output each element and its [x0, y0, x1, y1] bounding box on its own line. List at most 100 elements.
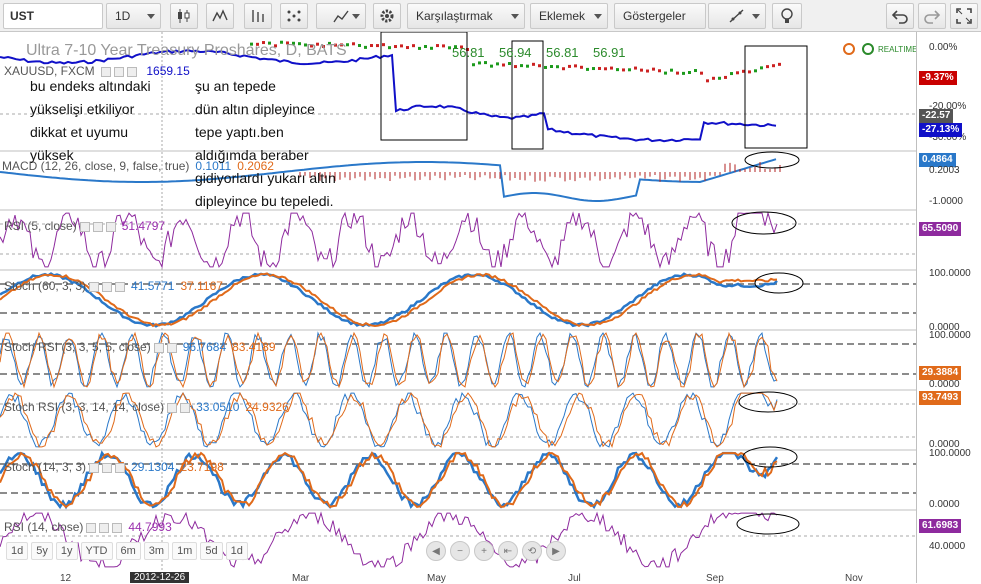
price-candle — [442, 44, 445, 48]
lightbulb-icon[interactable] — [772, 3, 802, 29]
price-candle — [670, 68, 673, 72]
price-candle — [574, 64, 577, 68]
price-candle — [544, 65, 547, 69]
fullscreen-icon[interactable] — [950, 3, 978, 29]
price-candle — [718, 76, 721, 80]
line-chart-icon[interactable] — [206, 3, 234, 29]
gear-icon[interactable] — [373, 3, 401, 29]
add-label: Eklemek — [539, 9, 586, 23]
price-candle — [766, 65, 769, 69]
price-candle — [406, 46, 409, 50]
compare-button[interactable]: Karşılaştırmak — [407, 3, 525, 29]
eye-icon[interactable] — [86, 522, 97, 533]
eye-icon[interactable] — [89, 462, 100, 473]
price-candle — [754, 69, 757, 73]
settings-icon[interactable] — [102, 281, 113, 292]
x-tick: May — [427, 573, 446, 584]
axis-tick: 100.0000 — [929, 268, 971, 279]
price-candle — [388, 46, 391, 50]
x-tick: 12 — [60, 573, 72, 584]
settings-icon[interactable] — [166, 342, 177, 353]
eye-icon[interactable] — [79, 221, 90, 232]
settings-icon[interactable] — [180, 402, 191, 413]
price-candle — [514, 65, 517, 69]
eye-icon[interactable] — [167, 402, 178, 413]
x-tick: Mar — [292, 573, 310, 584]
price-candle — [412, 44, 415, 48]
settings-icon[interactable] — [102, 462, 113, 473]
add-button[interactable]: Eklemek — [530, 3, 608, 29]
price-candle — [526, 64, 529, 68]
range-1y-button[interactable]: 1y — [55, 542, 78, 560]
axis-tick: -1.0000 — [929, 196, 963, 207]
line-chart-up-icon[interactable] — [316, 3, 366, 29]
price-candle — [730, 72, 733, 76]
price-candle — [628, 68, 631, 72]
price-candle — [364, 45, 367, 49]
stochrsi2-value-1: 33.0510 — [196, 400, 240, 414]
price-candle — [616, 68, 619, 72]
price-candle — [376, 44, 379, 48]
stoch60-label: Stoch (60, 3, 3) — [4, 279, 87, 293]
range-1d-button[interactable]: 1d — [6, 542, 29, 560]
range-5d-button[interactable]: 5d — [200, 542, 223, 560]
close-icon[interactable] — [115, 281, 126, 292]
scroll-to-start-icon[interactable]: ⇤ — [498, 541, 518, 561]
high-value: 56.94 — [499, 45, 532, 60]
stoch14-label: Stoch (14, 3, 3) — [4, 460, 87, 474]
price-candle — [598, 66, 601, 70]
interval-dropdown[interactable]: 1D — [106, 3, 161, 29]
price-candle — [370, 44, 373, 48]
redo-icon[interactable] — [918, 3, 946, 29]
rsi5-legend: RSI (5, close) 51.4797 — [4, 219, 165, 233]
price-candle — [394, 45, 397, 49]
settings-icon[interactable] — [99, 522, 110, 533]
range-5y-button[interactable]: 5y — [31, 542, 53, 560]
dots-chart-icon[interactable] — [280, 3, 308, 29]
range-1d-intraday-button[interactable]: 1d — [225, 542, 248, 560]
price-candle — [694, 69, 697, 73]
axis-tick: 0.00% — [929, 42, 958, 53]
scroll-right-icon[interactable]: ▶ — [546, 541, 566, 561]
drawing-tools-icon[interactable] — [708, 3, 766, 29]
clock-icon[interactable] — [843, 43, 855, 55]
eye-icon[interactable] — [153, 342, 164, 353]
settings-icon[interactable] — [92, 221, 103, 232]
indicators-button[interactable]: Göstergeler — [614, 3, 706, 29]
bar-chart-icon[interactable] — [244, 3, 272, 29]
reset-icon[interactable]: ⟲ — [522, 541, 542, 561]
price-axis[interactable]: 0.00% -20.00% -30.00% -9.37% -22.57 -27.… — [916, 32, 981, 583]
close-icon[interactable] — [115, 462, 126, 473]
stochrsi1-legend: Stoch RSI (3, 3, 5, 5, close) 96.7684 83.4… — [4, 340, 276, 354]
compare-label: Karşılaştırmak — [416, 9, 493, 23]
range-3m-button[interactable]: 3m — [143, 542, 170, 560]
rsi14-badge: 61.6983 — [919, 519, 962, 533]
close-icon[interactable] — [105, 221, 116, 232]
chart-area[interactable]: Ultra 7-10 Year Treasury Proshares, D, B… — [0, 32, 981, 584]
scroll-left-icon[interactable]: ◀ — [426, 541, 446, 561]
x-tick: Jul — [568, 573, 581, 584]
candles-icon[interactable] — [170, 3, 198, 29]
zoom-out-icon[interactable]: − — [450, 541, 470, 561]
eye-icon[interactable] — [89, 281, 100, 292]
chevron-down-icon — [511, 14, 519, 19]
axis-tick: 100.0000 — [929, 448, 971, 459]
price-candle — [418, 46, 421, 50]
range-ytd-button[interactable]: YTD — [80, 542, 113, 560]
price-candle — [778, 62, 781, 66]
price-candle — [532, 62, 535, 66]
axis-tick: 0.2003 — [929, 165, 960, 176]
undo-icon[interactable] — [886, 3, 914, 29]
symbol-input[interactable]: UST — [3, 3, 103, 29]
price-candle — [568, 64, 571, 68]
price-candle — [424, 45, 427, 49]
close-icon[interactable] — [112, 522, 123, 533]
price-candle — [490, 64, 493, 68]
annotation-right: şu an tepede dün altın dipleyince tepe y… — [195, 78, 336, 209]
close-value: 56.91 — [593, 45, 626, 60]
price-candle — [502, 63, 505, 67]
price-candle — [760, 66, 763, 70]
zoom-in-icon[interactable]: + — [474, 541, 494, 561]
range-1m-button[interactable]: 1m — [172, 542, 198, 560]
range-6m-button[interactable]: 6m — [115, 542, 141, 560]
